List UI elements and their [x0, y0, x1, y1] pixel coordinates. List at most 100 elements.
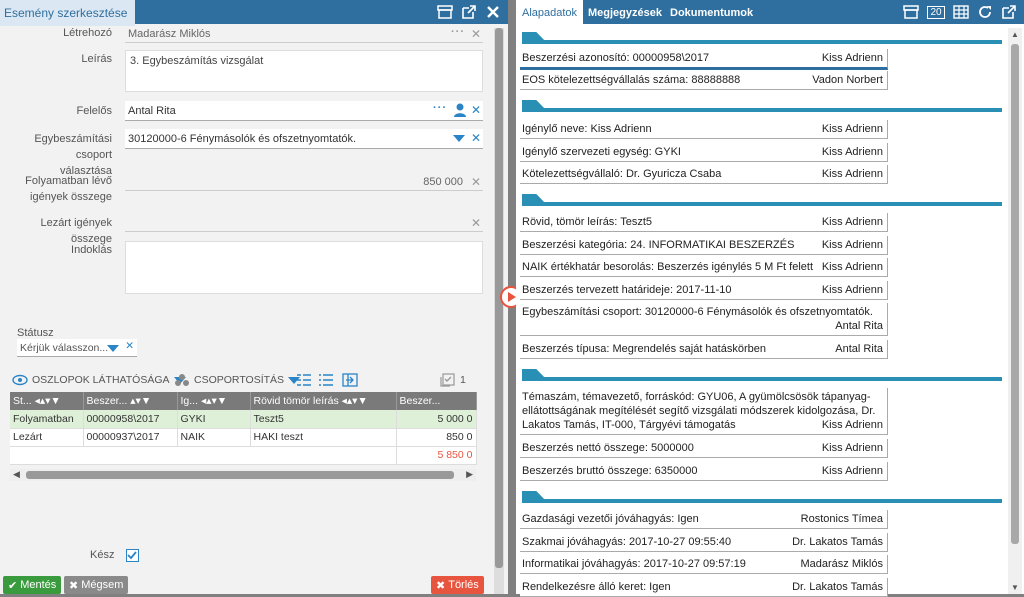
- list-item[interactable]: Kiss Adrienn Beszerzési azonosító: 000009…: [520, 49, 888, 70]
- list-item[interactable]: Dr. Lakatos Tamás Rendelkezésre álló kere…: [520, 578, 888, 597]
- list-item[interactable]: Kiss Adrienn Beszerzés nettó összege: 500…: [520, 439, 888, 458]
- closed-sum-field: ✕: [125, 214, 483, 232]
- description-textarea[interactable]: 3. Egybeszámítás vizsgálat: [125, 50, 483, 92]
- list-item-person: Antal Rita: [835, 343, 883, 355]
- clear-icon[interactable]: ✕: [125, 340, 134, 352]
- list-item[interactable]: Vadon Norbert EOS kötelezettségvállalás s…: [520, 71, 888, 90]
- table-icon[interactable]: [952, 3, 970, 21]
- more-icon[interactable]: ···: [433, 102, 447, 114]
- tab-notes[interactable]: Megjegyzések: [582, 0, 668, 24]
- cell: [10, 446, 397, 465]
- status-placeholder: Kérjük válasszon...: [20, 342, 109, 354]
- list-item-text: Beszerzési azonosító: 00000958\2017: [522, 52, 710, 64]
- cancel-button-label: Mégsem: [81, 579, 124, 591]
- sort-filter-icons[interactable]: ◂▴▾▼: [342, 395, 368, 407]
- list-item-text: Beszerzés típusa: Megrendelés saját hatá…: [522, 343, 766, 355]
- chevron-down-icon[interactable]: [453, 135, 465, 142]
- page-size-badge[interactable]: 20: [926, 3, 946, 21]
- list-item[interactable]: Madarász Miklós Informatikai jóváhagyás: …: [520, 555, 888, 574]
- col-header-description[interactable]: Rövid tömör leírás ◂▴▾▼: [250, 392, 397, 410]
- delete-button[interactable]: ✖ Törlés: [431, 576, 484, 594]
- archive-icon[interactable]: [902, 3, 920, 21]
- left-vertical-scrollbar[interactable]: [494, 28, 504, 594]
- cell: Folyamatban: [10, 410, 84, 429]
- list-item[interactable]: Kiss Adrienn Beszerzés tervezett határide…: [520, 281, 888, 300]
- list-item[interactable]: Rostonics Tímea Gazdasági vezetői jóváhag…: [520, 510, 888, 529]
- list-item[interactable]: Kiss Adrienn NAIK értékhatár besorolás: B…: [520, 258, 888, 277]
- close-icon[interactable]: [484, 3, 502, 21]
- eye-icon: [12, 374, 28, 386]
- chevron-right-icon[interactable]: ▶: [466, 469, 473, 480]
- list-item-person: Kiss Adrienn: [821, 216, 883, 228]
- list-item-person: Kiss Adrienn: [821, 146, 883, 158]
- save-button-label: Mentés: [20, 579, 57, 591]
- refresh-icon[interactable]: [976, 3, 994, 21]
- list-item[interactable]: Kiss Adrienn Beszerzés bruttó összege: 63…: [520, 462, 888, 481]
- external-link-icon[interactable]: [460, 3, 478, 21]
- chevron-up-icon[interactable]: ▲: [1011, 30, 1019, 39]
- sort-filter-icons[interactable]: ▴▾▼: [130, 395, 151, 407]
- list-item[interactable]: Egybeszámítási csoport: 30120000-6 Fénym…: [520, 303, 888, 336]
- tab-basic-data[interactable]: Alapadatok: [516, 0, 584, 25]
- col-header-id[interactable]: Beszer... ▴▾▼: [83, 392, 178, 410]
- list-item-person: Kiss Adrienn: [821, 52, 883, 64]
- list-item-text: Rövid, tömör leírás: Teszt5: [522, 216, 653, 228]
- col-header-requester[interactable]: Ig... ◂▴▾▼: [177, 392, 251, 410]
- save-button[interactable]: ✔ Mentés: [3, 576, 62, 594]
- list-item-person: Antal Rita: [835, 320, 883, 332]
- list-item-person: Kiss Adrienn: [821, 261, 883, 273]
- creator-value: Madarász Miklós: [128, 28, 211, 40]
- chevron-down-icon[interactable]: [107, 345, 119, 352]
- list-item[interactable]: Témaszám, témavezető, forráskód: GYU06, …: [520, 388, 888, 435]
- col-header-status[interactable]: St... ◂▴▾▼: [10, 392, 84, 410]
- group-select[interactable]: 30120000-6 Fénymásolók és ofszetnyomtató…: [125, 129, 483, 149]
- cancel-button[interactable]: ✖ Mégsem: [64, 576, 129, 594]
- sort-filter-icons[interactable]: ◂▴▾▼: [35, 395, 61, 407]
- col-header-amount[interactable]: Beszer...: [396, 392, 477, 410]
- sort-filter-icons[interactable]: ◂▴▾▼: [201, 395, 227, 407]
- creator-label: Létrehozó: [63, 27, 112, 39]
- list-item[interactable]: Antal Rita Beszerzés típusa: Megrendelés …: [520, 340, 888, 359]
- list-item-text: Egybeszámítási csoport: 30120000-6 Fénym…: [522, 306, 873, 318]
- cell: HAKI teszt: [250, 428, 397, 447]
- right-vertical-scrollbar[interactable]: ▲ ▼: [1008, 28, 1022, 594]
- col-header-label: Beszer...: [399, 395, 441, 407]
- list-item[interactable]: Kiss Adrienn Rövid, tömör leírás: Teszt5: [520, 213, 888, 232]
- list-item-text: EOS kötelezettségvállalás száma: 8888888…: [522, 74, 741, 86]
- tab-documents[interactable]: Dokumentumok: [664, 0, 759, 24]
- clear-icon[interactable]: ✕: [471, 103, 481, 117]
- external-link-icon[interactable]: [1000, 3, 1018, 21]
- scrollbar-thumb[interactable]: [26, 471, 454, 479]
- list-item-person: Kiss Adrienn: [821, 442, 883, 454]
- status-select[interactable]: Kérjük válasszon... ✕: [17, 339, 137, 357]
- clear-icon[interactable]: ✕: [471, 131, 481, 145]
- chevron-down-icon[interactable]: ▼: [1011, 583, 1019, 592]
- list-item[interactable]: Kiss Adrienn Kötelezettségvállaló: Dr. Gy…: [520, 165, 888, 184]
- user-icon[interactable]: [454, 103, 466, 120]
- done-label: Kész: [90, 549, 115, 561]
- responsible-label: Felelős: [76, 105, 112, 117]
- export-icon[interactable]: [342, 372, 358, 388]
- done-checkbox[interactable]: [126, 549, 139, 562]
- clear-icon: ✕: [470, 27, 481, 41]
- in-progress-label-line2: igények összege: [30, 191, 112, 203]
- archive-icon[interactable]: [436, 3, 454, 21]
- grid-horizontal-scrollbar[interactable]: ◀ ▶: [10, 469, 476, 481]
- list-item[interactable]: Kiss Adrienn Beszerzési kategória: 24. IN…: [520, 236, 888, 255]
- tab-event-edit[interactable]: Esemény szerkesztése: [0, 0, 136, 26]
- table-row[interactable]: Lezárt 00000937\2017 NAIK HAKI teszt 850…: [10, 428, 477, 447]
- list-item[interactable]: Kiss Adrienn Igénylő szervezeti egység: G…: [520, 143, 888, 162]
- scrollbar-thumb[interactable]: [1011, 44, 1019, 544]
- cell: GYKI: [177, 410, 251, 429]
- chevron-left-icon[interactable]: ◀: [13, 469, 20, 480]
- list-item[interactable]: Kiss Adrienn Igénylő neve: Kiss Adrienn: [520, 120, 888, 139]
- list-icon[interactable]: [318, 372, 334, 388]
- responsible-field[interactable]: Antal Rita ··· ✕: [125, 101, 483, 121]
- columns-visibility-button[interactable]: OSZLOPOK LÁTHATÓSÁGA: [12, 372, 186, 388]
- section-divider: [522, 491, 1002, 503]
- table-row[interactable]: Folyamatban 00000958\2017 GYKI Teszt5 5 …: [10, 410, 477, 429]
- justification-textarea[interactable]: [125, 241, 483, 294]
- list-item[interactable]: Dr. Lakatos Tamás Szakmai jóváhagyás: 201…: [520, 533, 888, 552]
- grouping-button[interactable]: CSOPORTOSÍTÁS: [174, 372, 301, 388]
- list-sort-icon[interactable]: [296, 372, 312, 388]
